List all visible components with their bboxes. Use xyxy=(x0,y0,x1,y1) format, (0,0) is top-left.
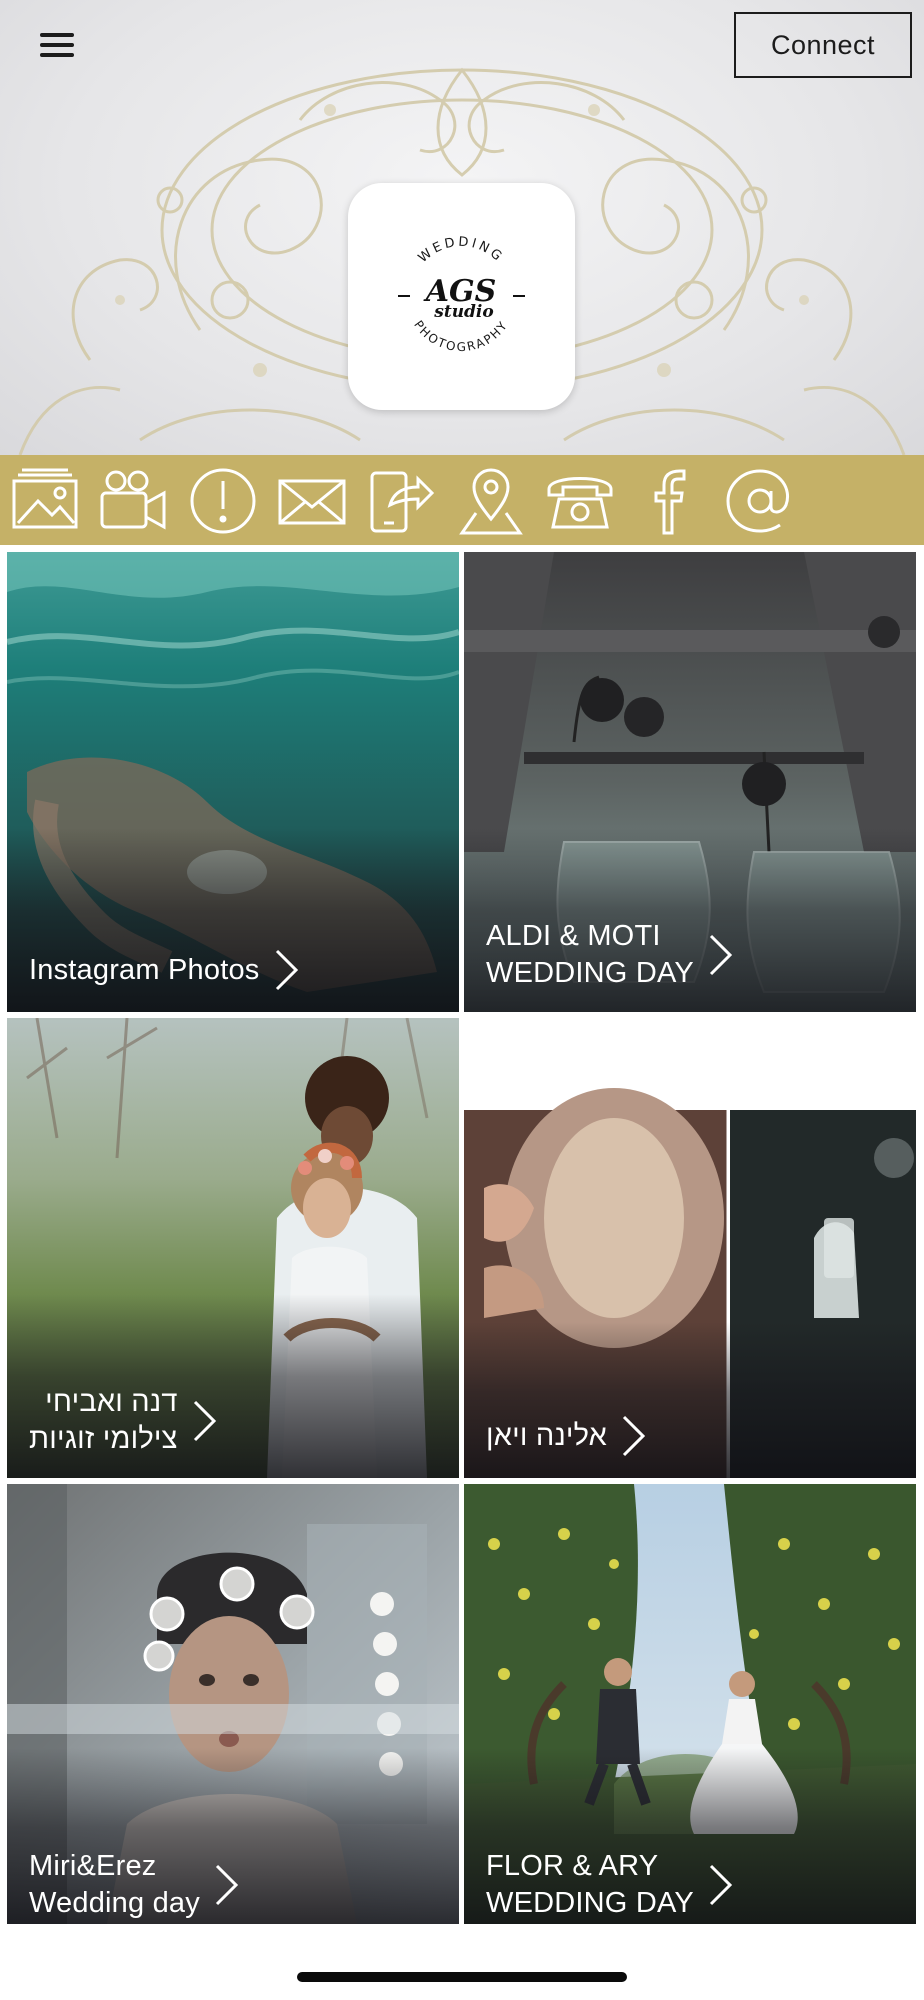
tile-miri-erez-wedding[interactable]: Miri&Erez Wedding day xyxy=(7,1484,459,1924)
chevron-right-icon xyxy=(709,1864,733,1906)
tile-caption-text: ALDI & MOTI WEDDING DAY xyxy=(486,920,694,989)
at-sign-icon[interactable] xyxy=(724,467,794,535)
quick-actions-bar xyxy=(0,455,924,545)
chevron-right-icon xyxy=(709,934,733,976)
share-icon[interactable] xyxy=(366,467,436,535)
video-camera-icon[interactable] xyxy=(98,467,168,535)
tile-caption: Instagram Photos xyxy=(29,948,300,992)
facebook-icon[interactable] xyxy=(634,467,704,535)
connect-button[interactable]: Connect xyxy=(734,12,912,78)
tile-caption: אלינה ויאן xyxy=(486,1414,647,1458)
tile-caption-text: דנה ואביחי צילומי זוגיות xyxy=(29,1386,178,1455)
chevron-right-icon xyxy=(215,1864,239,1906)
tile-caption-text: FLOR & ARY WEDDING DAY xyxy=(486,1850,694,1919)
home-indicator[interactable] xyxy=(297,1972,627,1982)
tile-flor-ary-wedding[interactable]: FLOR & ARY WEDDING DAY xyxy=(464,1484,916,1924)
hamburger-menu-icon[interactable] xyxy=(40,30,74,60)
tile-caption: דנה ואביחי צילומי זוגיות xyxy=(29,1384,218,1458)
studio-logo: WEDDING PHOTOGRAPHY AGS studio xyxy=(348,183,575,410)
tile-caption: Miri&Erez Wedding day xyxy=(29,1848,240,1922)
tile-caption-text: Miri&Erez Wedding day xyxy=(29,1850,200,1919)
tile-dana-avichai-couple[interactable]: דנה ואביחי צילומי זוגיות xyxy=(7,1018,459,1478)
phone-icon[interactable] xyxy=(545,467,615,535)
chevron-right-icon xyxy=(623,1415,646,1457)
location-pin-icon[interactable] xyxy=(456,467,526,535)
chevron-right-icon xyxy=(193,1400,216,1442)
tile-caption: FLOR & ARY WEDDING DAY xyxy=(486,1848,734,1922)
info-icon[interactable] xyxy=(188,467,258,535)
tile-caption-text: אלינה ויאן xyxy=(486,1419,608,1452)
chevron-right-icon xyxy=(275,949,298,991)
tile-caption-text: Instagram Photos xyxy=(29,953,260,986)
svg-text:PHOTOGRAPHY: PHOTOGRAPHY xyxy=(411,318,511,354)
tile-caption: ALDI & MOTI WEDDING DAY xyxy=(486,918,734,992)
tile-instagram-photos[interactable]: Instagram Photos xyxy=(7,552,459,1012)
mail-icon[interactable] xyxy=(277,467,347,535)
svg-text:studio: studio xyxy=(433,302,493,322)
tile-alina-yan[interactable]: אלינה ויאן xyxy=(464,1018,916,1478)
svg-text:WEDDING: WEDDING xyxy=(416,235,507,266)
header: Connect WEDDING PHOTOGRAPHY AGS studio xyxy=(0,0,924,455)
gallery-icon[interactable] xyxy=(10,467,80,535)
tile-aldi-moti-wedding[interactable]: ALDI & MOTI WEDDING DAY xyxy=(464,552,916,1012)
